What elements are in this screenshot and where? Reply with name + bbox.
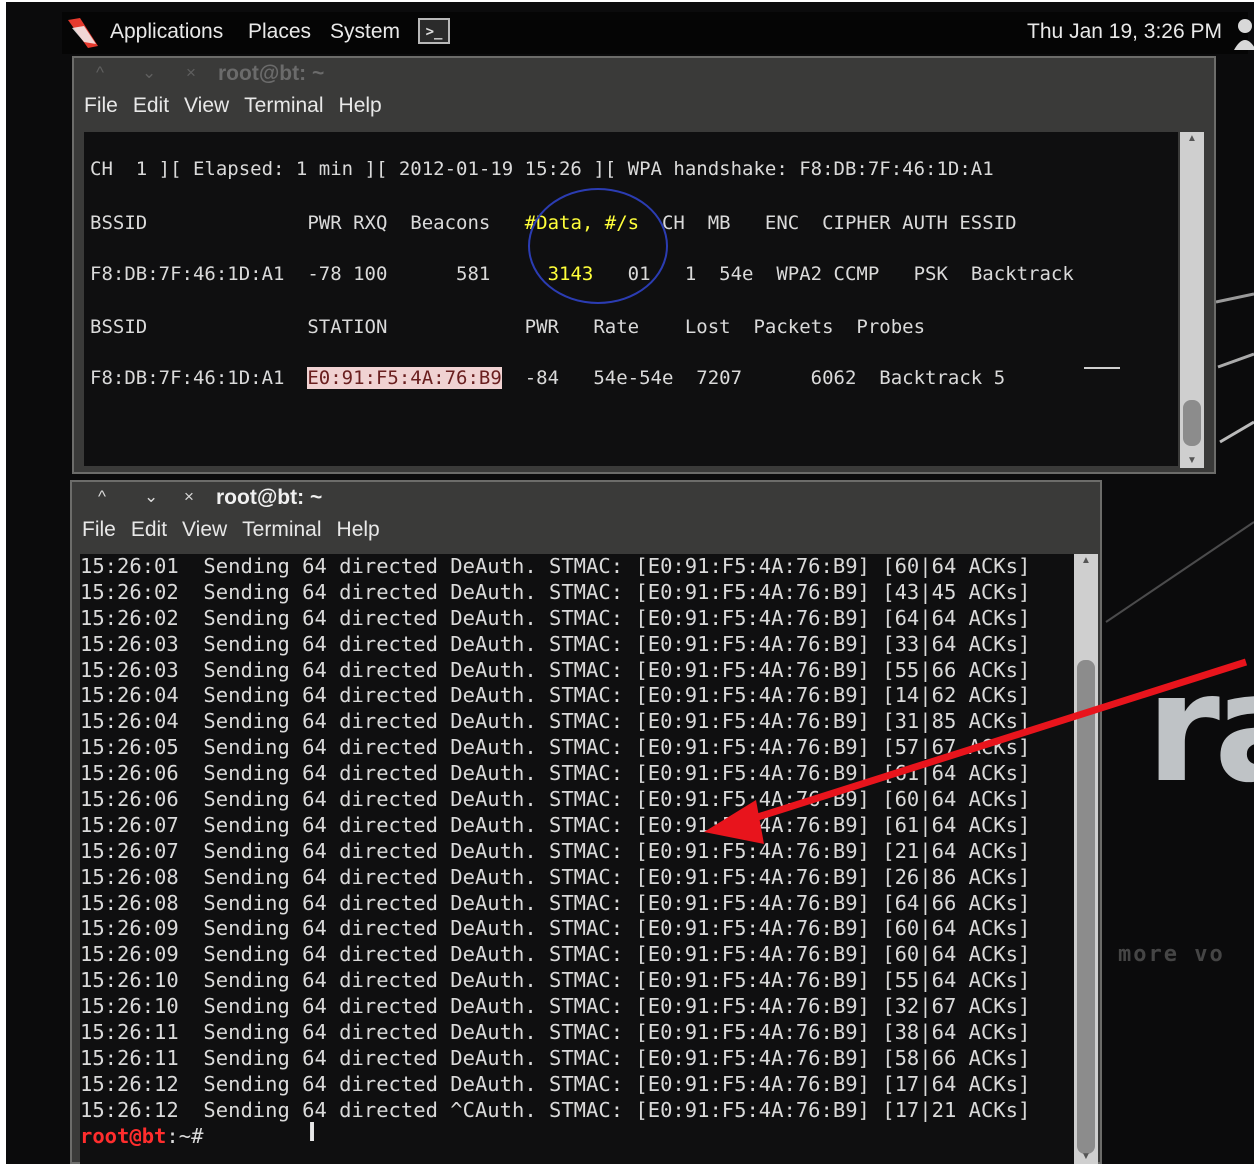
ap-row-text-rest: 01 1 54e WPA2 CCMP PSK Backtrack xyxy=(593,263,1074,285)
menu-help[interactable]: Help xyxy=(339,94,382,117)
terminal-output[interactable]: CH 1 ][ Elapsed: 1 min ][ 2012-01-19 15:… xyxy=(84,132,1178,466)
ap-row-text: F8:DB:7F:46:1D:A1 -78 100 581 xyxy=(90,263,548,285)
status-line: CH 1 ][ Elapsed: 1 min ][ 2012-01-19 15:… xyxy=(90,158,994,180)
annotation-circle xyxy=(528,188,668,304)
menu-system[interactable]: System xyxy=(330,20,400,44)
log-line: 15:26:04 Sending 64 directed DeAuth. STM… xyxy=(80,709,1031,734)
log-line: 15:26:02 Sending 64 directed DeAuth. STM… xyxy=(80,579,1031,604)
prompt-path: :~# xyxy=(166,1123,204,1148)
window-title: root@bt: ~ xyxy=(216,486,323,509)
menu-terminal[interactable]: Terminal xyxy=(244,94,323,117)
window-title: root@bt: ~ xyxy=(218,62,325,85)
log-line: 15:26:07 Sending 64 directed DeAuth. STM… xyxy=(80,838,1031,863)
close-icon[interactable]: × xyxy=(186,63,196,83)
terminal-output[interactable]: 15:26:01 Sending 64 directed DeAuth. STM… xyxy=(80,554,1076,1164)
log-line: 15:26:07 Sending 64 directed DeAuth. STM… xyxy=(80,812,1031,837)
scroll-thumb[interactable] xyxy=(1077,660,1095,1154)
menu-edit[interactable]: Edit xyxy=(131,518,167,541)
log-line: 15:26:12 Sending 64 directed DeAuth. STM… xyxy=(80,1071,1031,1096)
wallpaper-tagline: more vo xyxy=(1118,942,1225,967)
station-row-rest: -84 54e-54e 7207 6062 Backtrack 5 xyxy=(501,367,1006,389)
maximize-icon[interactable]: ^ xyxy=(98,487,106,507)
panel-clock[interactable]: Thu Jan 19, 3:26 PM xyxy=(1027,20,1222,44)
menu-terminal[interactable]: Terminal xyxy=(242,518,321,541)
log-line: 15:26:03 Sending 64 directed DeAuth. STM… xyxy=(80,631,1031,656)
annotation-line xyxy=(1084,367,1120,369)
close-icon[interactable]: × xyxy=(184,487,194,507)
scroll-up-icon[interactable]: ▲ xyxy=(1180,132,1204,146)
scrollbar[interactable]: ▲ ▼ xyxy=(1074,554,1098,1164)
airodump-terminal-window[interactable]: ^ ⌄ × root@bt: ~ File Edit View Terminal Hel… xyxy=(72,56,1216,474)
maximize-icon[interactable]: ^ xyxy=(96,63,104,83)
station-header: BSSID STATION PWR Rate Lost Packets Prob… xyxy=(90,316,926,338)
terminal-launcher-icon[interactable]: >_ xyxy=(418,18,450,44)
log-line: 15:26:10 Sending 64 directed DeAuth. STM… xyxy=(80,994,1031,1019)
log-line: 15:26:08 Sending 64 directed DeAuth. STM… xyxy=(80,864,1031,889)
menu-places[interactable]: Places xyxy=(248,20,311,44)
station-mac-highlight[interactable]: E0:91:F5:4A:76:B9 xyxy=(307,367,502,389)
log-line: 15:26:09 Sending 64 directed DeAuth. STM… xyxy=(80,942,1031,967)
station-bssid: F8:DB:7F:46:1D:A1 xyxy=(90,367,308,389)
log-line: 15:26:11 Sending 64 directed DeAuth. STM… xyxy=(80,1020,1031,1045)
ap-header-text-rest: CH MB ENC CIPHER AUTH ESSID xyxy=(639,212,1017,234)
log-line: 15:26:08 Sending 64 directed DeAuth. STM… xyxy=(80,890,1031,915)
aireplay-terminal-window[interactable]: ^ ⌄ × root@bt: ~ File Edit View Terminal Hel… xyxy=(70,480,1102,1164)
log-line: 15:26:02 Sending 64 directed DeAuth. STM… xyxy=(80,605,1031,630)
window-menubar: File Edit View Terminal Help xyxy=(82,518,395,552)
menu-view[interactable]: View xyxy=(184,94,229,117)
shell-prompt[interactable]: root@bt:~# xyxy=(80,1124,1076,1150)
scroll-down-icon[interactable]: ▼ xyxy=(1180,454,1204,468)
log-line: 15:26:06 Sending 64 directed DeAuth. STM… xyxy=(80,787,1031,812)
backtrack-dragon-logo-icon[interactable] xyxy=(66,16,100,50)
text-cursor-icon: 𝐈 xyxy=(308,1118,317,1148)
log-line: 15:26:10 Sending 64 directed DeAuth. STM… xyxy=(80,968,1031,993)
log-line: 15:26:06 Sending 64 directed DeAuth. STM… xyxy=(80,761,1031,786)
menu-file[interactable]: File xyxy=(84,94,118,117)
scroll-down-icon[interactable]: ▼ xyxy=(1074,1150,1098,1164)
window-titlebar[interactable]: ^ ⌄ × root@bt: ~ xyxy=(72,482,1100,518)
ap-header-text: BSSID PWR RXQ Beacons xyxy=(90,212,525,234)
scroll-up-icon[interactable]: ▲ xyxy=(1074,554,1098,568)
wallpaper-brand-text: ra xyxy=(1146,642,1254,816)
log-line: 15:26:04 Sending 64 directed DeAuth. STM… xyxy=(80,683,1031,708)
menu-help[interactable]: Help xyxy=(337,518,380,541)
log-line: 15:26:12 Sending 64 directed ^CAuth. STM… xyxy=(80,1097,1031,1122)
log-line: 15:26:09 Sending 64 directed DeAuth. STM… xyxy=(80,916,1031,941)
prompt-user: root@bt xyxy=(80,1123,167,1148)
user-icon[interactable] xyxy=(1234,16,1254,50)
log-line: 15:26:11 Sending 64 directed DeAuth. STM… xyxy=(80,1045,1031,1070)
log-line: 15:26:05 Sending 64 directed DeAuth. STM… xyxy=(80,735,1031,760)
station-row: F8:DB:7F:46:1D:A1 E0:91:F5:4A:76:B9 -84 … xyxy=(90,367,1005,389)
window-menubar: File Edit View Terminal Help xyxy=(84,94,397,128)
scrollbar[interactable]: ▲ ▼ xyxy=(1180,132,1204,468)
log-line: 15:26:01 Sending 64 directed DeAuth. STM… xyxy=(80,554,1031,578)
top-panel: Applications Places System >_ Thu Jan 19… xyxy=(62,12,1254,54)
scroll-thumb[interactable] xyxy=(1183,400,1201,446)
minimize-icon[interactable]: ⌄ xyxy=(144,487,158,507)
menu-file[interactable]: File xyxy=(82,518,116,541)
log-line: 15:26:03 Sending 64 directed DeAuth. STM… xyxy=(80,657,1031,682)
minimize-icon[interactable]: ⌄ xyxy=(142,63,156,83)
menu-edit[interactable]: Edit xyxy=(133,94,169,117)
window-titlebar[interactable]: ^ ⌄ × root@bt: ~ xyxy=(74,58,1214,94)
menu-applications[interactable]: Applications xyxy=(110,20,223,44)
menu-view[interactable]: View xyxy=(182,518,227,541)
